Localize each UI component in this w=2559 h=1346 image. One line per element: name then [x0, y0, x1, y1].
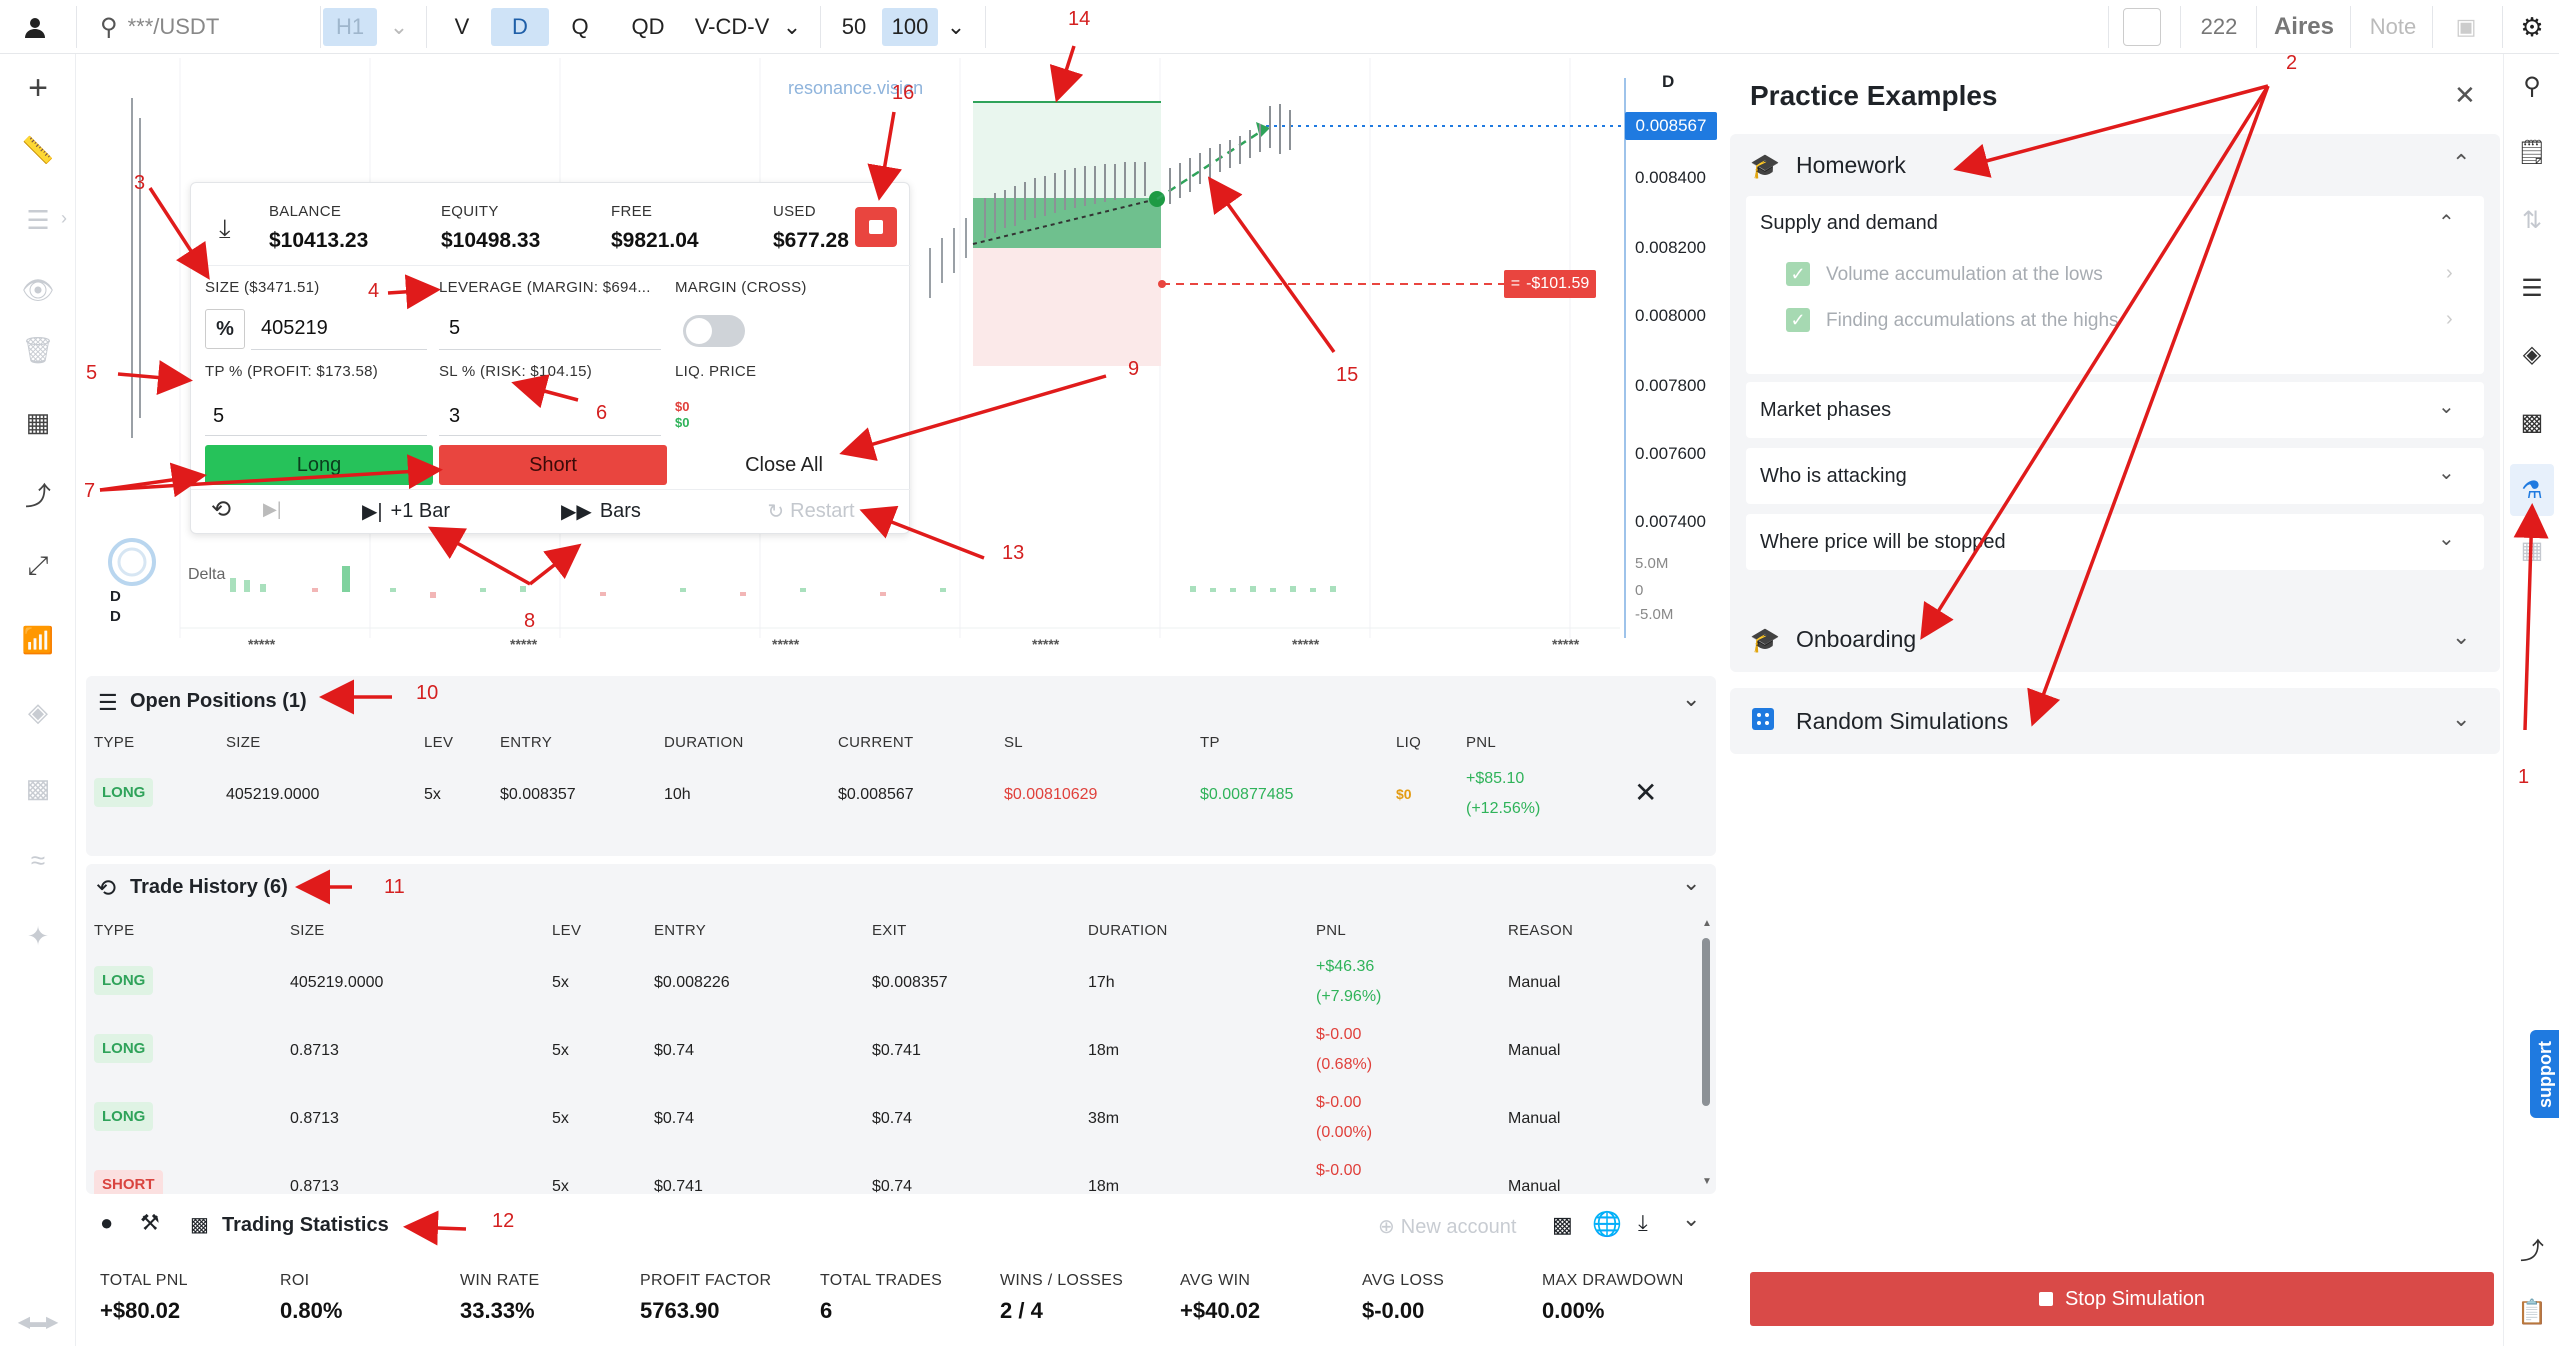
annotation-7: 7 [84, 480, 96, 502]
annotation-16: 16 [892, 82, 915, 104]
annotation-12: 12 [492, 1210, 515, 1232]
annotation-6: 6 [596, 402, 608, 424]
annotation-10: 10 [416, 682, 439, 704]
annotation-13: 13 [1002, 542, 1025, 564]
annotation-3: 3 [134, 172, 146, 194]
annotation-15: 15 [1336, 364, 1359, 386]
annotation-1: 1 [2518, 766, 2530, 788]
annotation-4: 4 [368, 280, 380, 302]
annotation-overlay [99, 45, 2549, 1246]
annotation-8: 8 [524, 610, 536, 632]
annotation-5: 5 [86, 362, 98, 384]
annotation-14: 14 [1068, 8, 1091, 30]
annotation-2: 2 [2286, 52, 2298, 74]
annotation-11: 11 [384, 876, 405, 898]
annotation-9: 9 [1128, 358, 1140, 380]
